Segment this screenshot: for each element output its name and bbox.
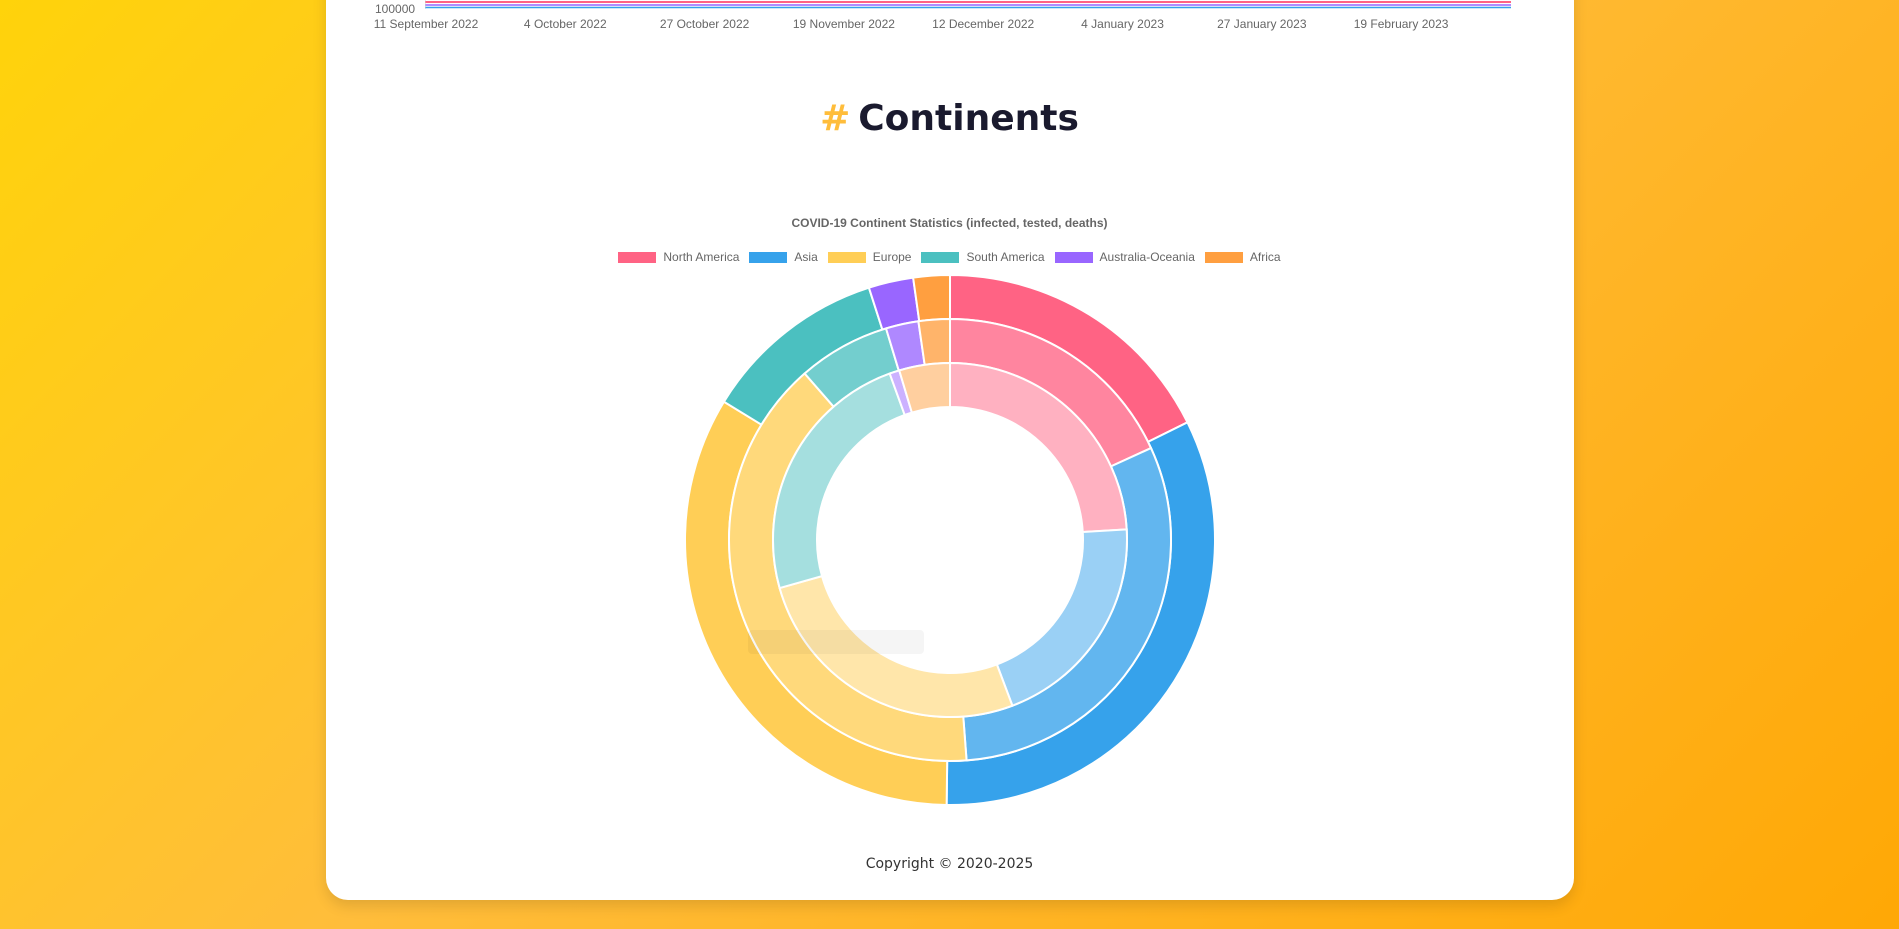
timeline-x-tick: 27 October 2022 bbox=[659, 17, 750, 31]
timeline-chart: 100000 11 September 2022 4 October 2022 27… bbox=[326, 0, 1574, 40]
donut-slice-outer-africa[interactable] bbox=[911, 273, 951, 323]
timeline-x-tick: 11 September 2022 bbox=[373, 17, 479, 31]
timeline-y-tick: 100000 bbox=[375, 2, 416, 16]
copyright-footer: Copyright © 2020-2025 bbox=[865, 856, 1034, 872]
timeline-x-tick: 4 October 2022 bbox=[523, 17, 607, 31]
section-heading: # Continents bbox=[0, 98, 1899, 139]
donut-slice-middle-africa[interactable] bbox=[917, 317, 951, 366]
timeline-x-tick: 19 November 2022 bbox=[792, 17, 895, 31]
timeline-x-tick: 12 December 2022 bbox=[932, 17, 1035, 31]
donut-chart bbox=[684, 273, 1217, 806]
tooltip-ghost bbox=[748, 630, 924, 654]
timeline-x-tick: 4 January 2023 bbox=[1081, 17, 1164, 31]
hash-icon: # bbox=[820, 98, 851, 139]
timeline-lines bbox=[425, 0, 1511, 9]
timeline-x-tick: 27 January 2023 bbox=[1217, 17, 1307, 31]
timeline-x-tick: 19 February 2023 bbox=[1353, 17, 1449, 31]
section-title: Continents bbox=[858, 98, 1079, 139]
